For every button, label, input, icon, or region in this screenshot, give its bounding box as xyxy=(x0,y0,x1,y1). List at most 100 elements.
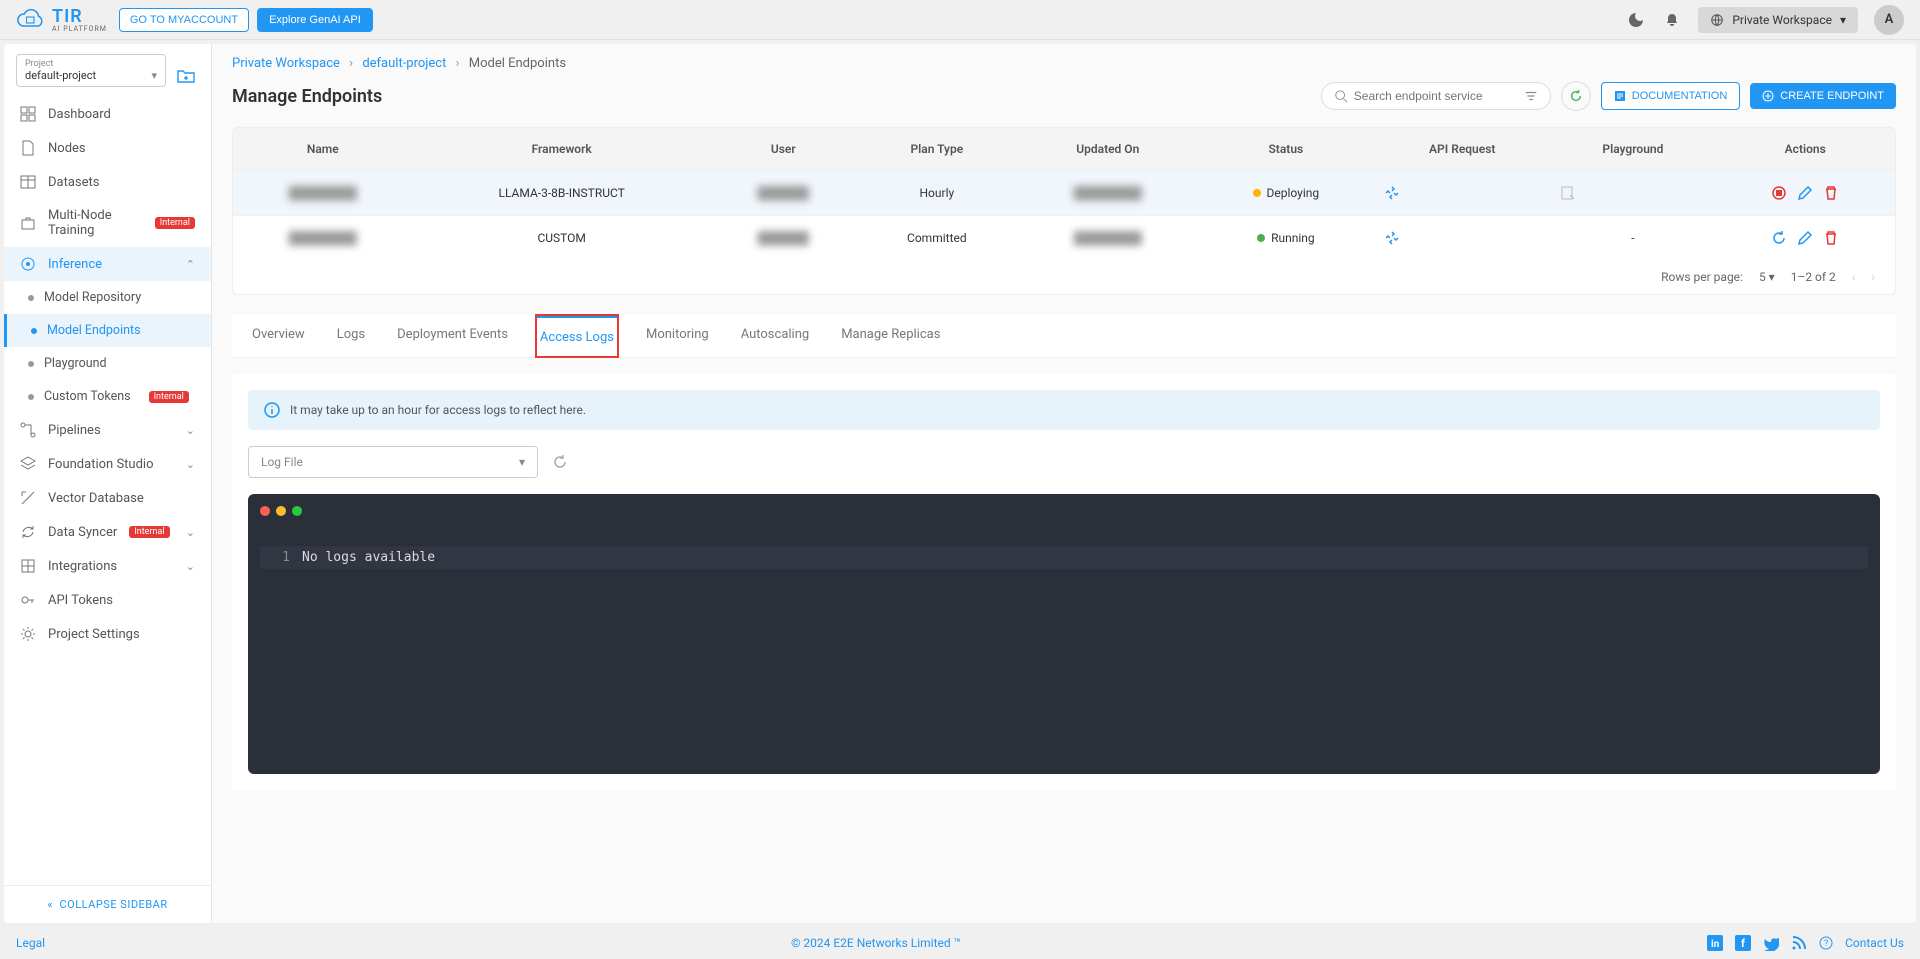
sidebar-sub-model-repository[interactable]: Model Repository xyxy=(4,281,211,314)
edit-icon[interactable] xyxy=(1797,230,1813,246)
sidebar-sub-model-endpoints[interactable]: Model Endpoints xyxy=(4,314,211,347)
prev-page-button[interactable]: ‹ xyxy=(1852,270,1856,284)
content: Private Workspace › default-project › Mo… xyxy=(212,44,1916,923)
twitter-icon[interactable] xyxy=(1763,935,1779,951)
close-dot-icon xyxy=(260,506,270,516)
sidebar-item-label: Data Syncer xyxy=(48,525,117,540)
maximize-dot-icon xyxy=(292,506,302,516)
page-header: Manage Endpoints DOCUMENTATION CREATE EN… xyxy=(232,81,1896,111)
doc-label: DOCUMENTATION xyxy=(1632,90,1728,102)
sidebar-item-foundation-studio[interactable]: Foundation Studio⌄ xyxy=(4,447,211,481)
sidebar-item-label: Datasets xyxy=(48,175,100,190)
help-icon: ? xyxy=(1819,936,1833,950)
sidebar-item-datasets[interactable]: Datasets xyxy=(4,165,211,199)
pipeline-icon xyxy=(20,422,36,438)
sidebar-item-pipelines[interactable]: Pipelines⌄ xyxy=(4,413,211,447)
filter-icon[interactable] xyxy=(1524,89,1538,103)
chevron-down-icon: ▾ xyxy=(1840,13,1846,27)
table-header-row: Name Framework User Plan Type Updated On… xyxy=(233,128,1895,171)
breadcrumb-workspace[interactable]: Private Workspace xyxy=(232,56,340,71)
delete-icon[interactable] xyxy=(1823,230,1839,246)
th-framework: Framework xyxy=(413,128,711,171)
create-label: CREATE ENDPOINT xyxy=(1780,90,1884,102)
avatar[interactable]: A xyxy=(1874,5,1904,35)
footer-copyright: © 2024 E2E Networks Limited ™ xyxy=(45,936,1707,950)
cell-playground[interactable] xyxy=(1550,171,1715,216)
search-icon xyxy=(1334,89,1348,103)
cell-user-blurred: ██████ xyxy=(758,186,809,200)
tab-logs[interactable]: Logs xyxy=(333,315,369,357)
sidebar-sub-playground[interactable]: Playground xyxy=(4,347,211,380)
logo-subtitle: AI PLATFORM xyxy=(52,25,107,33)
refresh-logs-icon[interactable] xyxy=(552,454,568,470)
refresh-button[interactable] xyxy=(1561,81,1591,111)
linkedin-icon[interactable]: in xyxy=(1707,935,1723,951)
folder-add-icon[interactable] xyxy=(177,68,195,84)
workspace-selector[interactable]: Private Workspace ▾ xyxy=(1698,7,1858,33)
search-input[interactable] xyxy=(1354,89,1518,103)
create-endpoint-button[interactable]: CREATE ENDPOINT xyxy=(1750,83,1896,109)
tab-access-logs[interactable]: Access Logs xyxy=(536,315,618,357)
theme-toggle-icon[interactable] xyxy=(1626,10,1646,30)
table-icon xyxy=(20,174,36,190)
edit-icon[interactable] xyxy=(1797,185,1813,201)
select-placeholder: Log File xyxy=(261,455,303,469)
rss-icon[interactable] xyxy=(1791,935,1807,951)
sidebar-item-nodes[interactable]: Nodes xyxy=(4,131,211,165)
collapse-label: COLLAPSE SIDEBAR xyxy=(60,898,168,911)
chevron-down-icon: ⌄ xyxy=(186,424,195,437)
sidebar-item-dashboard[interactable]: Dashboard xyxy=(4,97,211,131)
project-select[interactable]: Project default-project ▾ xyxy=(16,54,166,87)
sidebar-item-label: Playground xyxy=(44,356,107,371)
sidebar-item-api-tokens[interactable]: API Tokens xyxy=(4,583,211,617)
breadcrumb-project[interactable]: default-project xyxy=(362,56,446,71)
search-box[interactable] xyxy=(1321,82,1551,110)
sidebar-sub-custom-tokens[interactable]: Custom TokensInternal xyxy=(4,380,211,413)
documentation-button[interactable]: DOCUMENTATION xyxy=(1601,82,1741,110)
tab-overview[interactable]: Overview xyxy=(248,315,309,357)
log-file-select[interactable]: Log File ▾ xyxy=(248,446,538,478)
tab-autoscaling[interactable]: Autoscaling xyxy=(737,315,814,357)
notifications-icon[interactable] xyxy=(1662,10,1682,30)
table-row[interactable]: ████████ LLAMA-3-8B-INSTRUCT ██████ Hour… xyxy=(233,171,1895,216)
tab-monitoring[interactable]: Monitoring xyxy=(642,315,713,357)
table-row[interactable]: ████████ CUSTOM ██████ Committed ███████… xyxy=(233,216,1895,261)
explore-genai-button[interactable]: Explore GenAI API xyxy=(257,8,373,32)
cell-api[interactable] xyxy=(1374,171,1550,216)
workspace-label: Private Workspace xyxy=(1732,13,1832,27)
sidebar-item-integrations[interactable]: Integrations⌄ xyxy=(4,549,211,583)
stop-icon[interactable] xyxy=(1771,185,1787,201)
chevron-up-icon: ⌃ xyxy=(186,258,195,271)
sidebar-item-multi-node-training[interactable]: Multi-Node TrainingInternal xyxy=(4,199,211,247)
sync-icon xyxy=(20,524,36,540)
tab-manage-replicas[interactable]: Manage Replicas xyxy=(837,315,944,357)
footer-legal-link[interactable]: Legal xyxy=(16,936,45,950)
footer-contact-link[interactable]: Contact Us xyxy=(1845,936,1904,950)
restart-icon[interactable] xyxy=(1771,230,1787,246)
collapse-sidebar-button[interactable]: « COLLAPSE SIDEBAR xyxy=(4,885,211,923)
facebook-icon[interactable]: f xyxy=(1735,935,1751,951)
info-icon xyxy=(264,402,280,418)
cell-updated-blurred: ████████ xyxy=(1074,186,1142,200)
minimize-dot-icon xyxy=(276,506,286,516)
sidebar-item-label: Nodes xyxy=(48,141,86,156)
cell-playground: - xyxy=(1550,216,1715,261)
breadcrumb: Private Workspace › default-project › Mo… xyxy=(232,56,1896,71)
sidebar-item-label: Custom Tokens xyxy=(44,389,131,404)
tab-content: It may take up to an hour for access log… xyxy=(232,374,1896,790)
go-to-myaccount-button[interactable]: GO TO MYACCOUNT xyxy=(119,8,249,32)
sidebar-item-vector-database[interactable]: Vector Database xyxy=(4,481,211,515)
next-page-button[interactable]: › xyxy=(1871,270,1875,284)
cell-api[interactable] xyxy=(1374,216,1550,261)
sidebar-item-project-settings[interactable]: Project Settings xyxy=(4,617,211,651)
sidebar-item-inference[interactable]: Inference⌃ xyxy=(4,247,211,281)
tab-deployment-events[interactable]: Deployment Events xyxy=(393,315,512,357)
th-actions: Actions xyxy=(1715,128,1895,171)
plus-circle-icon xyxy=(1762,90,1774,102)
sidebar-item-label: Project Settings xyxy=(48,627,140,642)
sidebar-item-label: Model Repository xyxy=(44,290,141,305)
sidebar-item-data-syncer[interactable]: Data SyncerInternal⌄ xyxy=(4,515,211,549)
pagination-range: 1–2 of 2 xyxy=(1791,270,1836,284)
rows-per-page-select[interactable]: 5 ▾ xyxy=(1759,270,1775,284)
delete-icon[interactable] xyxy=(1823,185,1839,201)
